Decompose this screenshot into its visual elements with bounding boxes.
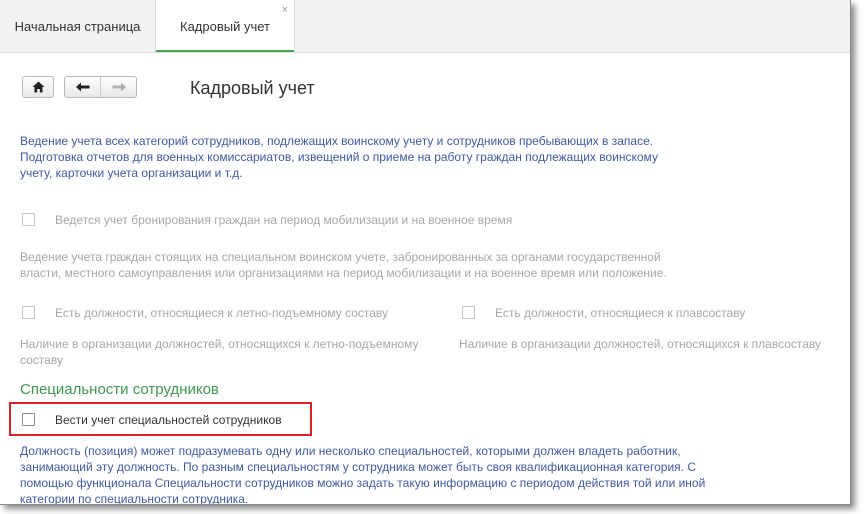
- text-line: власти, местного самоуправления или орга…: [20, 266, 667, 280]
- flight-crew-checkbox-label: Есть должности, относящиеся к летно-подъ…: [55, 306, 389, 320]
- text-line: категории по специальности сотрудника.: [20, 492, 249, 505]
- text-line: Ведение учета всех категорий сотрудников…: [20, 134, 654, 148]
- tab-home-page[interactable]: Начальная страница: [0, 0, 155, 52]
- text-line: Подготовка отчетов для военных комиссари…: [20, 150, 658, 164]
- page-title: Кадровый учет: [190, 78, 315, 98]
- text-line: составу: [20, 353, 63, 367]
- specialties-description: Должность (позиция) может подразумевать …: [20, 443, 706, 505]
- forward-button[interactable]: [100, 77, 136, 97]
- text-line: Наличие в организации должностей, относя…: [20, 337, 419, 351]
- tab-label: Кадровый учет: [180, 18, 270, 34]
- history-nav: [64, 76, 137, 98]
- reservation-checkbox[interactable]: [22, 213, 35, 226]
- home-button[interactable]: [22, 76, 54, 98]
- back-button[interactable]: [65, 77, 100, 97]
- back-arrow-icon: [75, 82, 89, 92]
- text-line: занимающий эту должность. По разным спец…: [20, 460, 696, 474]
- text-line: Наличие в организации должностей, относя…: [459, 337, 822, 351]
- close-icon[interactable]: ×: [282, 4, 288, 16]
- specialties-checkbox-label: Вести учет специальностей сотрудников: [55, 413, 282, 427]
- home-icon: [32, 81, 44, 93]
- active-tab-indicator: [156, 50, 294, 52]
- sea-crew-description: Наличие в организации должностей, относя…: [459, 336, 821, 352]
- section-title-specialties: Специальности сотрудников: [20, 381, 219, 398]
- text-line: помощью функционала Специальности сотруд…: [20, 476, 706, 490]
- app-window: Начальная страница Кадровый учет × Кадро…: [0, 0, 851, 505]
- reservation-checkbox-label: Ведется учет бронирования граждан на пер…: [55, 213, 513, 227]
- text-line: Ведение учета граждан стоящих на специал…: [20, 250, 661, 264]
- specialties-checkbox[interactable]: [22, 413, 35, 426]
- reservation-description: Ведение учета граждан стоящих на специал…: [20, 249, 667, 281]
- sea-crew-checkbox[interactable]: [462, 306, 475, 319]
- sea-crew-checkbox-label: Есть должности, относящиеся к плавсостав…: [495, 306, 746, 320]
- text-line: Должность (позиция) может подразумевать …: [20, 444, 681, 458]
- text-line: учету, карточки учета организации и т.д.: [20, 166, 243, 180]
- tab-hr-accounting[interactable]: Кадровый учет ×: [155, 0, 295, 52]
- tab-label: Начальная страница: [14, 18, 141, 34]
- tab-bar: Начальная страница Кадровый учет ×: [0, 0, 850, 53]
- flight-crew-description: Наличие в организации должностей, относя…: [20, 336, 419, 368]
- forward-arrow-icon: [112, 82, 126, 92]
- flight-crew-checkbox[interactable]: [22, 306, 35, 319]
- intro-description: Ведение учета всех категорий сотрудников…: [20, 133, 658, 181]
